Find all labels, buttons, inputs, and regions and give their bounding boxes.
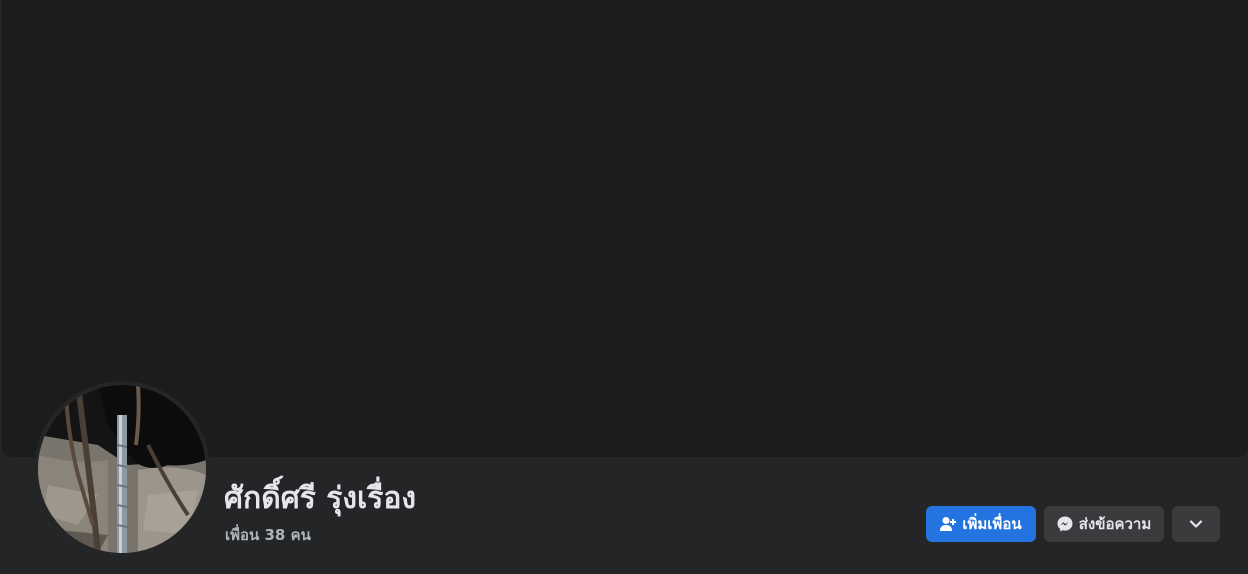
add-friend-label: เพิ่มเพื่อน	[962, 515, 1022, 533]
profile-actions: เพิ่มเพื่อน ส่งข้อความ	[926, 506, 1220, 542]
message-label: ส่งข้อความ	[1078, 515, 1152, 533]
friend-count[interactable]: เพื่อน 38 คน	[225, 523, 311, 547]
more-options-button[interactable]	[1172, 506, 1220, 542]
profile-avatar[interactable]	[38, 385, 206, 553]
cover-photo[interactable]	[2, 0, 1248, 457]
add-friend-icon	[940, 517, 957, 531]
add-friend-button[interactable]: เพิ่มเพื่อน	[926, 506, 1036, 542]
message-button[interactable]: ส่งข้อความ	[1044, 506, 1164, 542]
profile-name: ศักดิ์ศรี รุ่งเรื่อง	[224, 481, 417, 516]
profile-page: ศักดิ์ศรี รุ่งเรื่อง เพื่อน 38 คน เพิ่มเ…	[0, 0, 1248, 574]
avatar-photo	[38, 385, 206, 553]
chevron-down-icon	[1189, 520, 1203, 528]
messenger-icon	[1057, 516, 1073, 532]
